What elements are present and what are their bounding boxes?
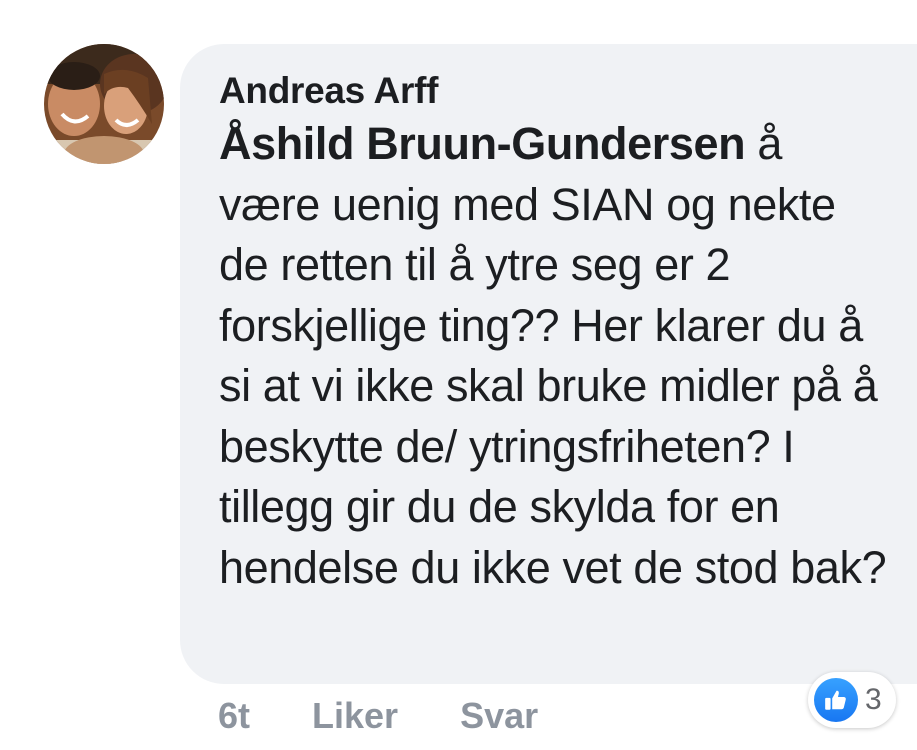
thumbs-up-icon bbox=[814, 678, 858, 722]
comment-author[interactable]: Andreas Arff bbox=[219, 68, 917, 114]
comment-timestamp[interactable]: 6t bbox=[218, 695, 250, 737]
comment-bubble: Andreas Arff Åshild Bruun-Gundersen å væ… bbox=[180, 44, 917, 684]
reaction-summary[interactable]: 3 bbox=[808, 672, 896, 728]
comment-actions: 6t Liker Svar bbox=[218, 693, 538, 739]
profile-photo bbox=[44, 44, 164, 164]
like-button[interactable]: Liker bbox=[312, 695, 398, 737]
comment-thread: Andreas Arff Åshild Bruun-Gundersen å væ… bbox=[0, 0, 917, 750]
reaction-count: 3 bbox=[865, 683, 882, 716]
comment-mention[interactable]: Åshild Bruun-Gundersen bbox=[219, 118, 746, 169]
comment-text: Åshild Bruun-Gundersen å være uenig med … bbox=[219, 114, 889, 598]
reply-button[interactable]: Svar bbox=[460, 695, 538, 737]
comment-body: å være uenig med SIAN og nekte de retten… bbox=[219, 118, 887, 593]
avatar[interactable] bbox=[44, 44, 164, 164]
